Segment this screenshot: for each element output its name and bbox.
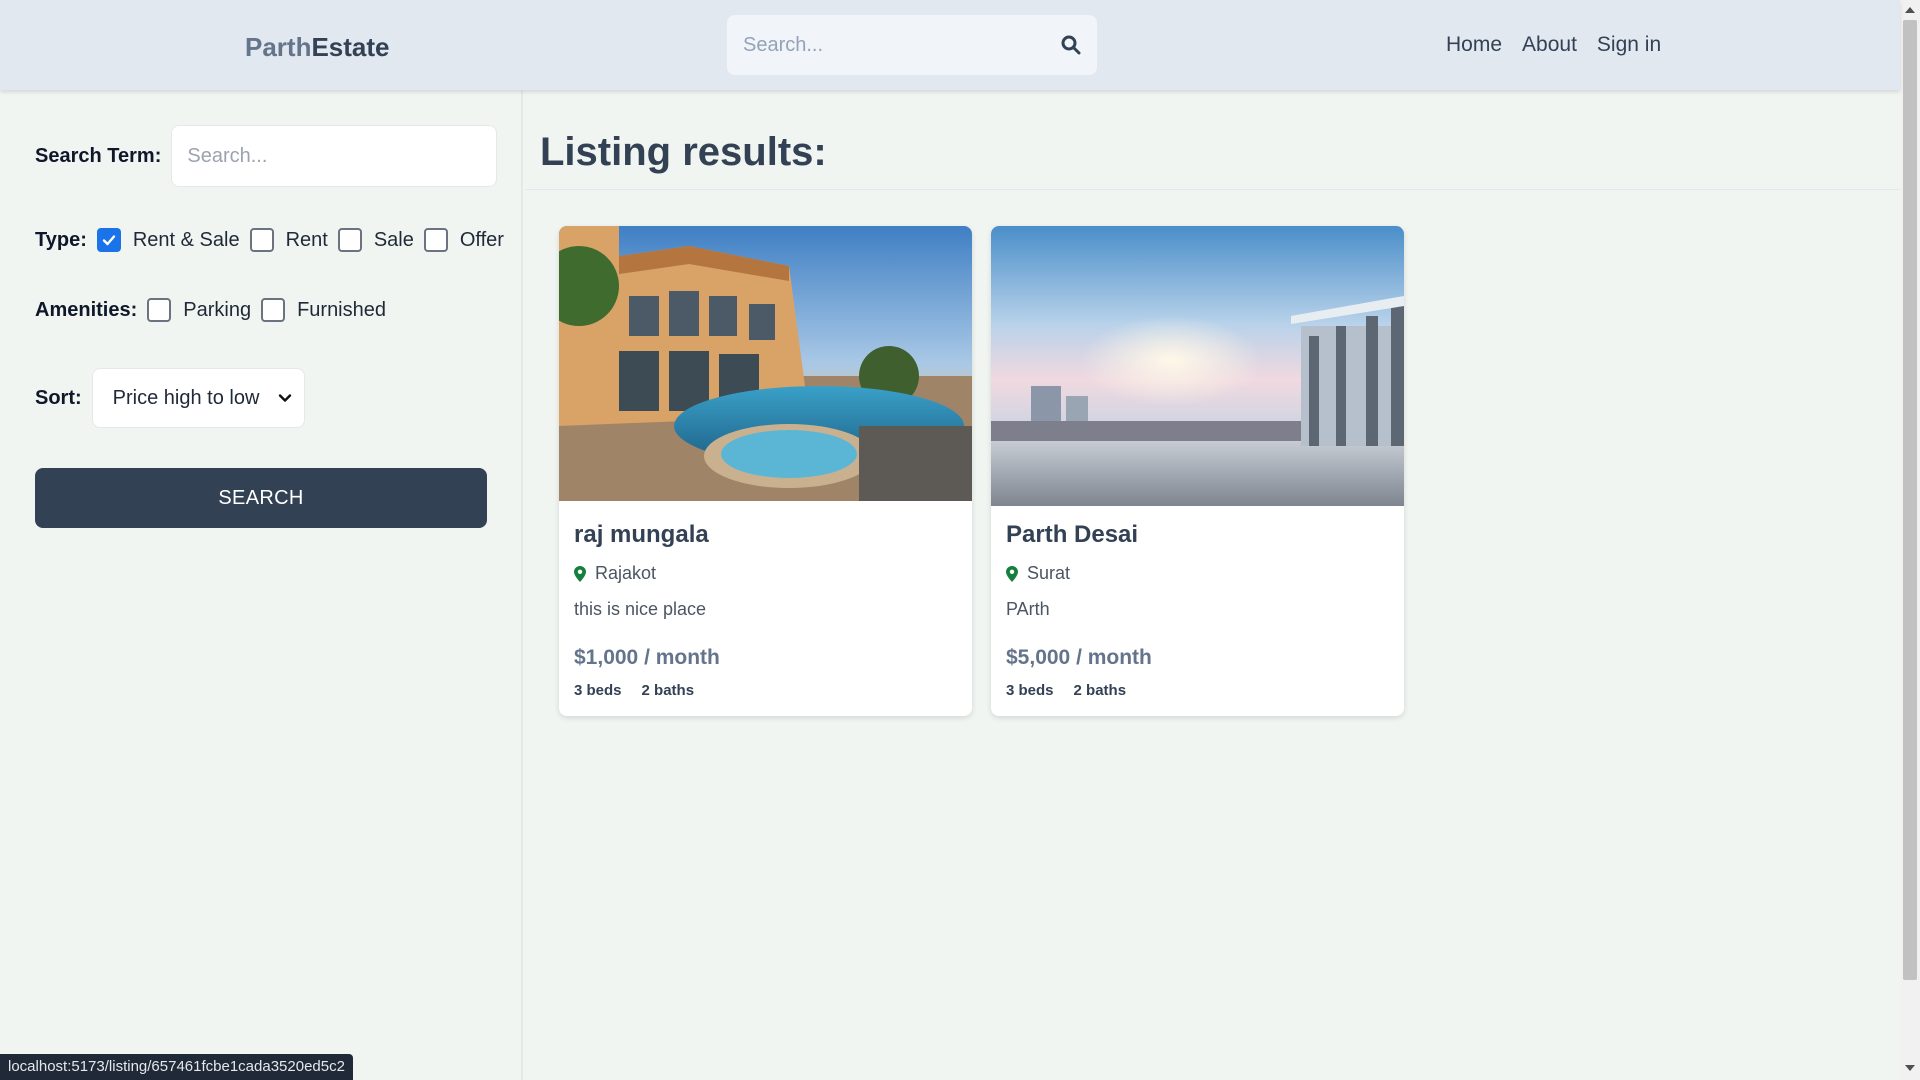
rent-and-sale-label[interactable]: Rent & Sale <box>133 229 240 252</box>
listing-description: PArth <box>1006 599 1050 619</box>
amenities-row: Amenities: Parking Furnished <box>35 298 396 322</box>
listing-image[interactable] <box>559 226 972 501</box>
search-term-input[interactable] <box>171 125 498 187</box>
sale-label[interactable]: Sale <box>374 229 414 252</box>
listing-baths: 2 baths <box>1073 682 1127 699</box>
search-icon[interactable] <box>1055 29 1087 61</box>
sort-select[interactable]: Price high to low <box>91 368 305 428</box>
header-search-input[interactable] <box>727 15 1037 75</box>
scroll-up-icon[interactable] <box>1905 6 1915 14</box>
listing-location-text: Surat <box>1027 563 1071 583</box>
logo-part-1: Parth <box>245 32 312 62</box>
map-pin-icon <box>1006 565 1018 582</box>
sale-checkbox[interactable] <box>337 228 362 252</box>
offer-checkbox[interactable] <box>423 228 448 252</box>
scrollbar-thumb[interactable] <box>1903 20 1917 980</box>
offer-label[interactable]: Offer <box>460 229 504 252</box>
nav-sign-in[interactable]: Sign in <box>1597 33 1661 57</box>
chevron-down-icon <box>278 394 291 402</box>
listing-location: Rajakot <box>574 563 656 584</box>
parking-label[interactable]: Parking <box>183 299 251 322</box>
rent-and-sale-checkbox[interactable] <box>96 228 121 252</box>
scroll-down-icon[interactable] <box>1905 1064 1915 1072</box>
furnished-label[interactable]: Furnished <box>297 299 386 322</box>
header-search-box <box>727 15 1097 75</box>
listing-location-text: Rajakot <box>595 563 657 583</box>
listing-card[interactable]: Parth Desai Surat PArth $5,000 / month 3… <box>991 226 1404 716</box>
search-button[interactable]: SEARCH <box>35 468 487 528</box>
rent-label[interactable]: Rent <box>286 229 328 252</box>
status-bar-url: localhost:5173/listing/657461fcbe1cada35… <box>0 1054 353 1080</box>
listing-card[interactable]: raj mungala Rajakot this is nice place $… <box>559 226 972 716</box>
page-title: Listing results: <box>540 130 827 174</box>
map-pin-icon <box>574 565 586 582</box>
nav: Home About Sign in <box>1446 33 1661 57</box>
nav-about[interactable]: About <box>1522 33 1577 57</box>
listing-features: 3 beds 2 baths <box>1006 682 1126 699</box>
filter-sidebar: Search Term: Type: Rent & Sale Rent Sale… <box>0 90 523 1080</box>
scrollbar[interactable] <box>1900 0 1920 1080</box>
listing-image[interactable] <box>991 226 1404 506</box>
listing-beds: 3 beds <box>1006 682 1054 699</box>
logo[interactable]: ParthEstate <box>245 32 390 63</box>
listing-price: $5,000 / month <box>1006 646 1152 669</box>
type-label: Type: <box>35 228 87 251</box>
results-main: Listing results: raj mungala Rajakot thi… <box>525 90 1900 1080</box>
listing-price: $1,000 / month <box>574 646 720 669</box>
furnished-checkbox[interactable] <box>261 298 286 322</box>
search-term-row: Search Term: <box>35 125 498 187</box>
listing-features: 3 beds 2 baths <box>574 682 694 699</box>
rent-checkbox[interactable] <box>249 228 274 252</box>
listing-beds: 3 beds <box>574 682 622 699</box>
listing-name: raj mungala <box>574 521 709 548</box>
sort-row: Sort: Price high to low <box>35 368 305 428</box>
parking-checkbox[interactable] <box>147 298 172 322</box>
nav-home[interactable]: Home <box>1446 33 1502 57</box>
search-term-label: Search Term: <box>35 144 162 167</box>
type-row: Type: Rent & Sale Rent Sale Offer <box>35 228 514 252</box>
logo-part-2: Estate <box>311 32 390 62</box>
sort-label: Sort: <box>35 386 82 409</box>
divider <box>525 189 1900 190</box>
listing-name: Parth Desai <box>1006 521 1139 548</box>
listing-location: Surat <box>1006 563 1070 584</box>
header: ParthEstate Home About Sign in <box>0 0 1900 90</box>
listing-description: this is nice place <box>574 599 707 619</box>
checkmark-icon <box>102 235 116 246</box>
listing-baths: 2 baths <box>641 682 695 699</box>
sort-value: Price high to low <box>112 386 260 409</box>
amenities-label: Amenities: <box>35 298 138 321</box>
